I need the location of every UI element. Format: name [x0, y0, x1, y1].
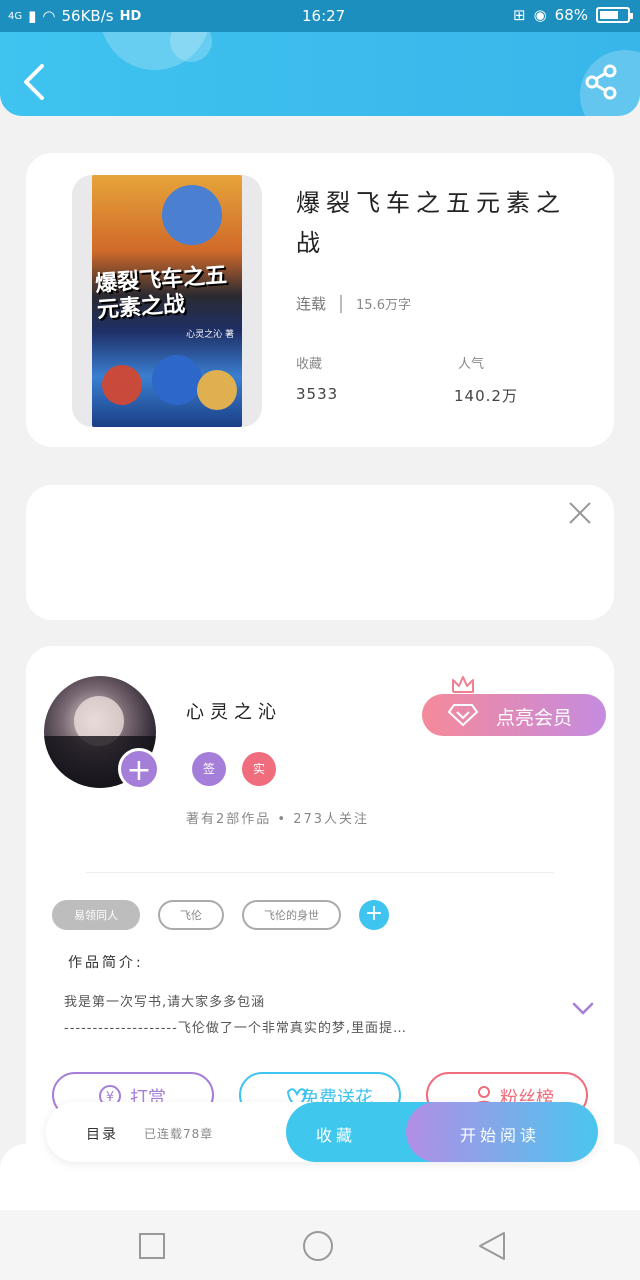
cover-art	[197, 370, 237, 410]
cover-author: 心灵之沁 著	[186, 330, 234, 340]
author-name: 心灵之沁	[186, 702, 282, 723]
book-info-card: 爆裂飞车之五元素之战 心灵之沁 著 爆裂飞车之五元素之战 连载 15.6万字 收…	[26, 153, 614, 447]
start-reading-label: 开始阅读	[460, 1126, 541, 1145]
vip-label: 点亮会员	[496, 707, 573, 729]
start-reading-button[interactable]: 开始阅读	[406, 1102, 598, 1162]
author-stats: 著有2部作品 • 273人关注	[186, 812, 370, 827]
close-icon[interactable]	[568, 501, 592, 525]
system-nav-bar	[0, 1210, 640, 1280]
book-meta: 连载 15.6万字	[296, 293, 411, 314]
network-indicator: 4G	[8, 10, 23, 22]
intro-text: 我是第一次写书,请大家多多包涵 --------------------飞伦做了…	[64, 990, 554, 1042]
book-cover[interactable]: 爆裂飞车之五元素之战 心灵之沁 著	[92, 175, 242, 427]
crown-icon	[452, 676, 474, 693]
popularity-label: 人气	[458, 357, 485, 372]
signed-badge: 签	[192, 752, 226, 786]
signal-icon: ▮	[28, 7, 37, 25]
meta-divider	[340, 294, 343, 313]
tag-item[interactable]: 飞伦的身世	[242, 900, 341, 930]
bottom-action-bar: 目录 已连载78章 收藏 开始阅读	[46, 1102, 598, 1162]
gamepad-icon: ⊞	[512, 6, 526, 24]
cover-frame: 爆裂飞车之五元素之战 心灵之沁 著	[72, 175, 262, 427]
add-tag-button[interactable]: +	[359, 900, 389, 930]
battery-icon	[596, 7, 633, 23]
book-status: 连载	[296, 295, 327, 313]
triangle-back-icon[interactable]	[476, 1230, 508, 1262]
circle-icon[interactable]	[302, 1230, 334, 1262]
network-speed: 56KB/s	[61, 7, 114, 25]
toc-button[interactable]: 目录	[86, 1124, 118, 1144]
follow-author-button[interactable]: +	[118, 748, 160, 790]
favorite-label: 收藏	[316, 1126, 357, 1145]
popularity-value: 140.2万	[454, 387, 518, 405]
wifi-icon: ◠	[42, 7, 56, 25]
ad-card	[26, 485, 614, 620]
tag-item[interactable]: 飞伦	[158, 900, 224, 930]
battery-percent: 68%	[554, 6, 588, 24]
back-button[interactable]	[20, 62, 50, 102]
intro-line: --------------------飞伦做了一个非常真实的梦,里面提…	[64, 1021, 407, 1036]
chapter-status: 已连载78章	[144, 1127, 214, 1141]
lock-icon: ◉	[533, 6, 547, 24]
diamond-icon	[448, 704, 478, 726]
favorites-label: 收藏	[296, 357, 323, 372]
status-bar: 4G ▮ ◠ 56KB/s HD 16:27 ⊞ ◉ 68%	[0, 0, 640, 32]
intro-line: 我是第一次写书,请大家多多包涵	[64, 995, 266, 1010]
header: 4G ▮ ◠ 56KB/s HD 16:27 ⊞ ◉ 68%	[0, 0, 640, 116]
activate-vip-button[interactable]: 点亮会员	[422, 694, 606, 736]
tag-list: 易领同人 飞伦 飞伦的身世 +	[52, 900, 389, 930]
divider	[86, 872, 554, 873]
chevron-down-icon[interactable]	[572, 1002, 594, 1016]
hd-indicator: HD	[119, 8, 142, 24]
share-button[interactable]	[584, 64, 618, 100]
tag-item[interactable]: 易领同人	[52, 900, 140, 930]
book-title: 爆裂飞车之五元素之战	[296, 189, 566, 257]
cover-art	[162, 185, 222, 245]
verified-badge: 实	[242, 752, 276, 786]
word-count: 15.6万字	[356, 298, 411, 313]
square-icon[interactable]	[136, 1230, 168, 1262]
cover-art	[152, 355, 202, 405]
cover-title: 爆裂飞车之五元素之战	[94, 263, 228, 324]
intro-label: 作品简介:	[68, 955, 144, 971]
cover-art	[102, 365, 142, 405]
favorites-value: 3533	[296, 385, 339, 403]
clock: 16:27	[302, 7, 346, 25]
